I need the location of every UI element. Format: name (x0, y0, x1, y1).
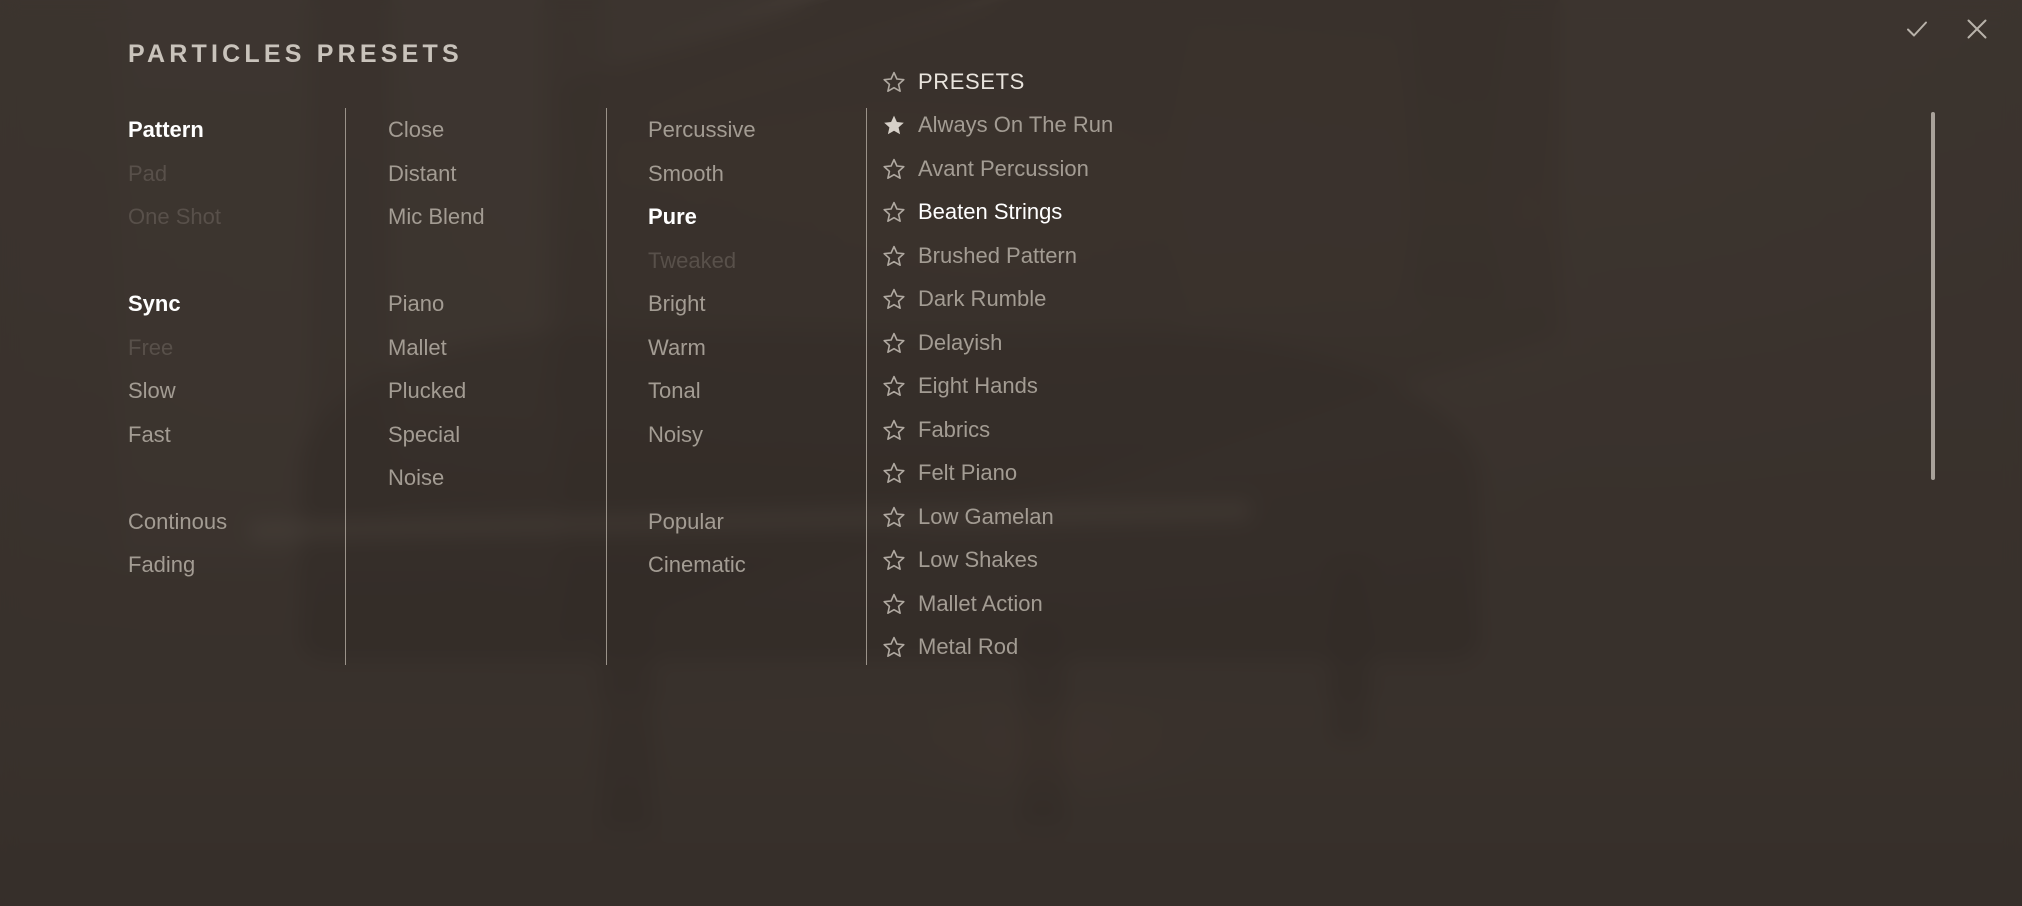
preset-item[interactable]: Mallet Action (882, 582, 1882, 626)
preset-item-label: Brushed Pattern (918, 242, 1077, 268)
preset-item[interactable]: Always On The Run (882, 104, 1882, 148)
filter-option-fast[interactable]: Fast (128, 413, 338, 457)
preset-item-label: Metal Rod (918, 634, 1019, 660)
filter-option-tweaked: Tweaked (648, 247, 737, 273)
filter-group-gap (128, 239, 338, 283)
preset-item-label: Low Shakes (918, 547, 1038, 573)
filter-option-warm[interactable]: Warm (648, 326, 858, 370)
presets-scrollbar-track[interactable] (1930, 100, 1936, 620)
filter-option-cinematic[interactable]: Cinematic (648, 543, 858, 587)
filter-option-slow[interactable]: Slow (128, 369, 338, 413)
filter-option-popular[interactable]: Popular (648, 500, 858, 544)
star-outline-icon[interactable] (882, 635, 906, 659)
preset-item-label: Beaten Strings (918, 199, 1063, 225)
preset-item[interactable]: Low Gamelan (882, 495, 1882, 539)
star-outline-icon[interactable] (882, 331, 906, 355)
filter-option-noise[interactable]: Noise (388, 456, 598, 500)
preset-item[interactable]: Metal Rod (882, 626, 1882, 670)
filter-option-tonal[interactable]: Tonal (648, 369, 858, 413)
preset-item-label: Always On The Run (918, 112, 1114, 138)
filter-option-plucked[interactable]: Plucked (388, 369, 598, 413)
filter-option-mic-blend[interactable]: Mic Blend (388, 195, 598, 239)
filter-column-type: Pattern Pad One Shot Sync Free Slow Fast Contin… (128, 108, 338, 587)
star-outline-icon[interactable] (882, 592, 906, 616)
preset-item-label: Delayish (918, 329, 1003, 355)
preset-item[interactable]: Eight Hands (882, 365, 1882, 409)
preset-item-label: Avant Percussion (918, 155, 1089, 181)
filter-option-close[interactable]: Close (388, 108, 598, 152)
filter-option-fading[interactable]: Fading (128, 543, 338, 587)
check-icon[interactable] (1900, 12, 1934, 46)
filter-option-free: Free (128, 334, 174, 360)
star-outline-icon[interactable] (882, 548, 906, 572)
filter-option-pattern[interactable]: Pattern (128, 108, 338, 152)
star-outline-icon[interactable] (882, 461, 906, 485)
preset-item-label: Eight Hands (918, 373, 1038, 399)
star-outline-icon[interactable] (882, 244, 906, 268)
star-outline-icon[interactable] (882, 374, 906, 398)
star-outline-icon[interactable] (882, 287, 906, 311)
star-outline-icon[interactable] (882, 505, 906, 529)
filter-group-gap (128, 456, 338, 500)
presets-header-label: PRESETS (918, 68, 1025, 94)
preset-item[interactable]: Brushed Pattern (882, 234, 1882, 278)
particles-presets-overlay: PARTICLES PRESETS Pattern Pad One Shot Sync… (0, 0, 2022, 906)
presets-list: PRESETS Always On The Run Avant Percussion… (882, 60, 1882, 669)
preset-item-label: Dark Rumble (918, 286, 1047, 312)
preset-item-label: Mallet Action (918, 590, 1043, 616)
filter-option-piano[interactable]: Piano (388, 282, 598, 326)
filter-group-gap (648, 456, 858, 500)
page-title: PARTICLES PRESETS (128, 40, 463, 68)
filter-option-one-shot: One Shot (128, 204, 221, 229)
preset-item[interactable]: Dark Rumble (882, 278, 1882, 322)
star-outline-icon[interactable] (882, 418, 906, 442)
close-icon[interactable] (1960, 12, 1994, 46)
filter-column-character: Percussive Smooth Pure Tweaked Bright Warm Ton… (648, 108, 858, 587)
preset-item[interactable]: Delayish (882, 321, 1882, 365)
preset-item[interactable]: Low Shakes (882, 539, 1882, 583)
filter-option-sync[interactable]: Sync (128, 282, 338, 326)
preset-item-label: Felt Piano (918, 460, 1018, 486)
preset-item[interactable]: Beaten Strings (882, 191, 1882, 235)
column-divider-2 (606, 108, 607, 665)
column-divider-3 (866, 108, 867, 665)
filter-option-percussive[interactable]: Percussive (648, 108, 858, 152)
window-controls (1900, 12, 1994, 46)
presets-scrollbar-thumb[interactable] (1931, 112, 1935, 480)
preset-item-label: Fabrics (918, 416, 991, 442)
star-outline-icon[interactable] (882, 70, 906, 94)
filter-option-mallet[interactable]: Mallet (388, 326, 598, 370)
filter-option-bright[interactable]: Bright (648, 282, 858, 326)
preset-item-label: Low Gamelan (918, 503, 1054, 529)
star-outline-icon[interactable] (882, 157, 906, 181)
presets-header: PRESETS (882, 60, 1882, 104)
filter-option-continous[interactable]: Continous (128, 500, 338, 544)
preset-item[interactable]: Felt Piano (882, 452, 1882, 496)
filter-option-distant[interactable]: Distant (388, 152, 598, 196)
filter-option-noisy[interactable]: Noisy (648, 413, 858, 457)
column-divider-1 (345, 108, 346, 665)
filter-option-pure[interactable]: Pure (648, 195, 858, 239)
filter-option-smooth[interactable]: Smooth (648, 152, 858, 196)
filter-group-gap (388, 239, 598, 283)
preset-item[interactable]: Avant Percussion (882, 147, 1882, 191)
star-filled-icon[interactable] (882, 113, 906, 137)
filter-column-source: Close Distant Mic Blend Piano Mallet Plucked S… (388, 108, 598, 500)
preset-item[interactable]: Fabrics (882, 408, 1882, 452)
filter-option-special[interactable]: Special (388, 413, 598, 457)
filter-option-pad: Pad (128, 160, 168, 186)
star-outline-icon[interactable] (882, 200, 906, 224)
